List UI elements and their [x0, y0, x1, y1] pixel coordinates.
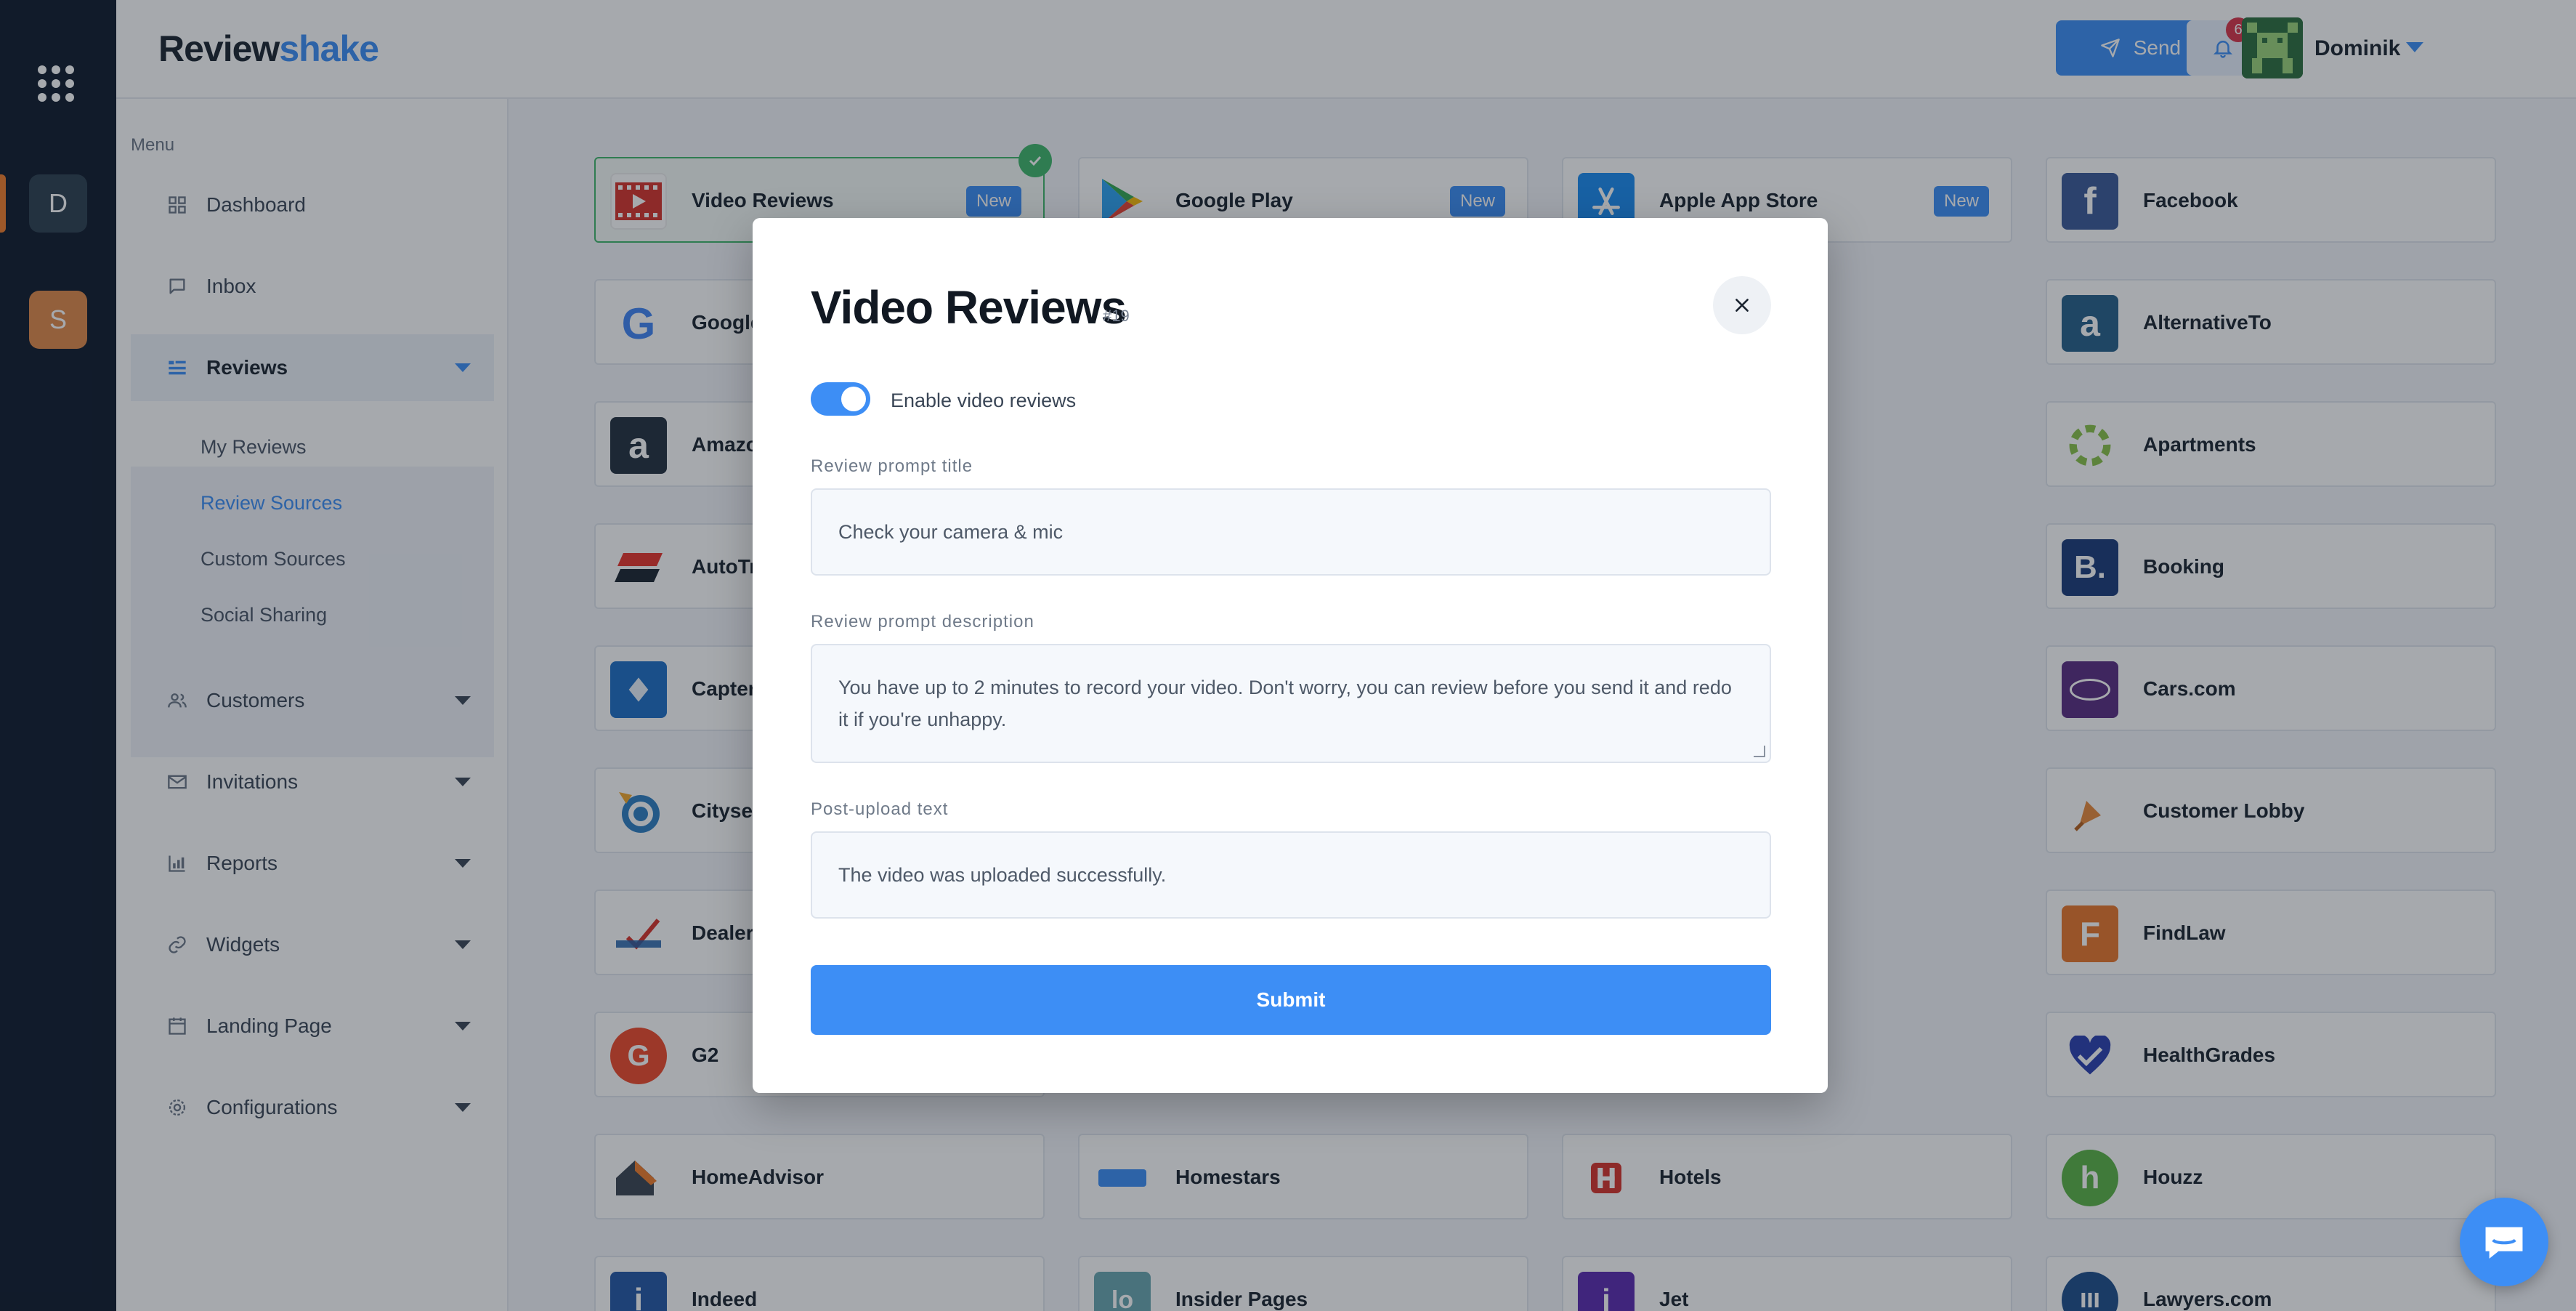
chat-launcher-button[interactable] [2460, 1198, 2548, 1286]
chat-icon [2485, 1227, 2523, 1259]
close-button[interactable] [1713, 276, 1771, 334]
prompt-description-textarea[interactable]: You have up to 2 minutes to record your … [811, 644, 1771, 763]
modal-id-tag: #19 [1103, 307, 1130, 325]
enable-video-reviews-label: Enable video reviews [891, 390, 1077, 411]
post-upload-input[interactable]: The video was uploaded successfully. [811, 831, 1771, 919]
modal-title: Video Reviews [811, 281, 1127, 334]
enable-video-reviews-toggle[interactable] [811, 382, 870, 416]
close-icon [1735, 299, 1749, 312]
submit-button[interactable]: Submit [811, 965, 1771, 1035]
resize-handle-icon[interactable] [1754, 746, 1765, 757]
prompt-description-label: Review prompt description [811, 612, 1034, 632]
post-upload-label: Post-upload text [811, 799, 949, 819]
video-reviews-modal: Video Reviews #19 Enable video reviews R… [753, 218, 1828, 1093]
prompt-title-label: Review prompt title [811, 456, 973, 476]
prompt-title-input[interactable]: Check your camera & mic [811, 488, 1771, 576]
